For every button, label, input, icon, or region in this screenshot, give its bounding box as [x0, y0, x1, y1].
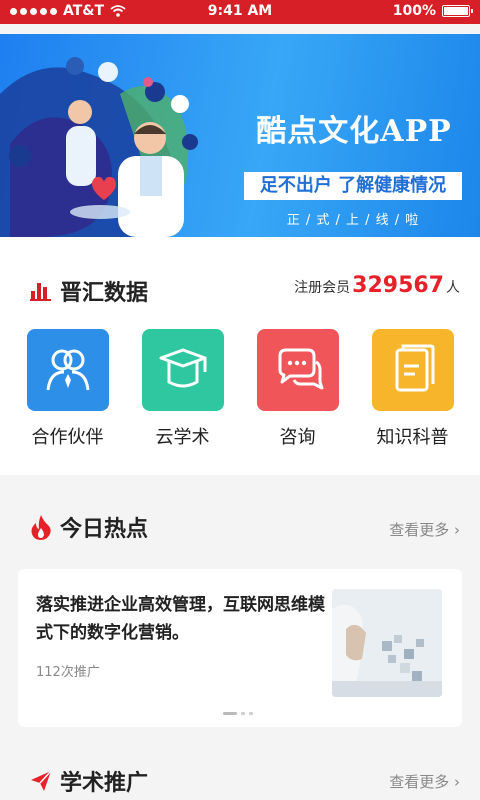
- category-label: 云学术: [155, 427, 210, 448]
- battery-icon: [442, 5, 473, 17]
- academic-more-link[interactable]: 查看更多 ›: [389, 771, 460, 792]
- members-stat: 注册会员 329567 人: [294, 273, 460, 298]
- category-grid: 合作伙伴 云学术 咨询 知识科普: [0, 329, 480, 449]
- category-label: 合作伙伴: [31, 427, 104, 448]
- category-knowledge[interactable]: 知识科普: [363, 329, 463, 449]
- battery-percent: 100%: [392, 3, 436, 19]
- category-label: 知识科普: [376, 427, 449, 448]
- members-prefix: 注册会员: [294, 280, 351, 296]
- members-suffix: 人: [446, 280, 460, 296]
- banner-title: 酷点文化APP: [256, 114, 452, 149]
- chat-icon: [256, 329, 339, 411]
- flame-icon: [31, 515, 51, 540]
- book-icon: [371, 329, 454, 411]
- status-bar: AT&T 9:41 AM 100%: [0, 0, 480, 24]
- banner-launch-text: 正 / 式 / 上 / 线 / 啦: [286, 213, 420, 228]
- category-consult[interactable]: 咨询: [248, 329, 348, 449]
- data-section-title: 晋汇数据: [60, 281, 149, 306]
- data-section-header: 晋汇数据: [30, 275, 148, 307]
- promo-banner[interactable]: 酷点文化APP 足不出户 了解健康情况 正 / 式 / 上 / 线 / 啦: [0, 34, 480, 237]
- academic-section-title: 学术推广: [60, 771, 149, 796]
- carousel-indicator: [223, 712, 253, 715]
- hot-section-title: 今日热点: [60, 517, 149, 542]
- article-headline: 落实推进企业高效管理，互联网思维模式下的数字化营销。: [36, 595, 325, 643]
- members-count: 329567: [352, 273, 444, 298]
- academic-section-header: 学术推广: [30, 765, 148, 797]
- graduation-cap-icon: [141, 329, 224, 411]
- hot-article-card[interactable]: 落实推进企业高效管理，互联网思维模式下的数字化营销。 112次推广: [18, 569, 462, 727]
- hot-more-link[interactable]: 查看更多 ›: [389, 519, 460, 540]
- hot-topics-section: 今日热点 查看更多 › 落实推进企业高效管理，互联网思维模式下的数字化营销。 1…: [0, 475, 480, 800]
- paper-plane-icon: [31, 770, 52, 791]
- status-right: 100%: [392, 3, 473, 19]
- category-label: 咨询: [279, 427, 316, 448]
- bar-chart-icon: [30, 283, 51, 301]
- hot-section-header: 今日热点: [30, 511, 148, 543]
- data-section: 晋汇数据 注册会员 329567 人 合作伙伴 云学术 咨询 知识科普: [0, 237, 480, 475]
- category-cloud-academic[interactable]: 云学术: [133, 329, 233, 449]
- article-thumbnail: [332, 589, 442, 697]
- doctors-illustration: [0, 57, 198, 237]
- partners-icon: [26, 329, 109, 411]
- category-partners[interactable]: 合作伙伴: [18, 329, 118, 449]
- banner-slogan: 足不出户 了解健康情况: [244, 172, 462, 200]
- article-promo-count: 112次推广: [36, 665, 100, 680]
- app-screen: AT&T 9:41 AM 100% 酷点文化APP 足不出户 了解健康情况 正 …: [0, 0, 480, 800]
